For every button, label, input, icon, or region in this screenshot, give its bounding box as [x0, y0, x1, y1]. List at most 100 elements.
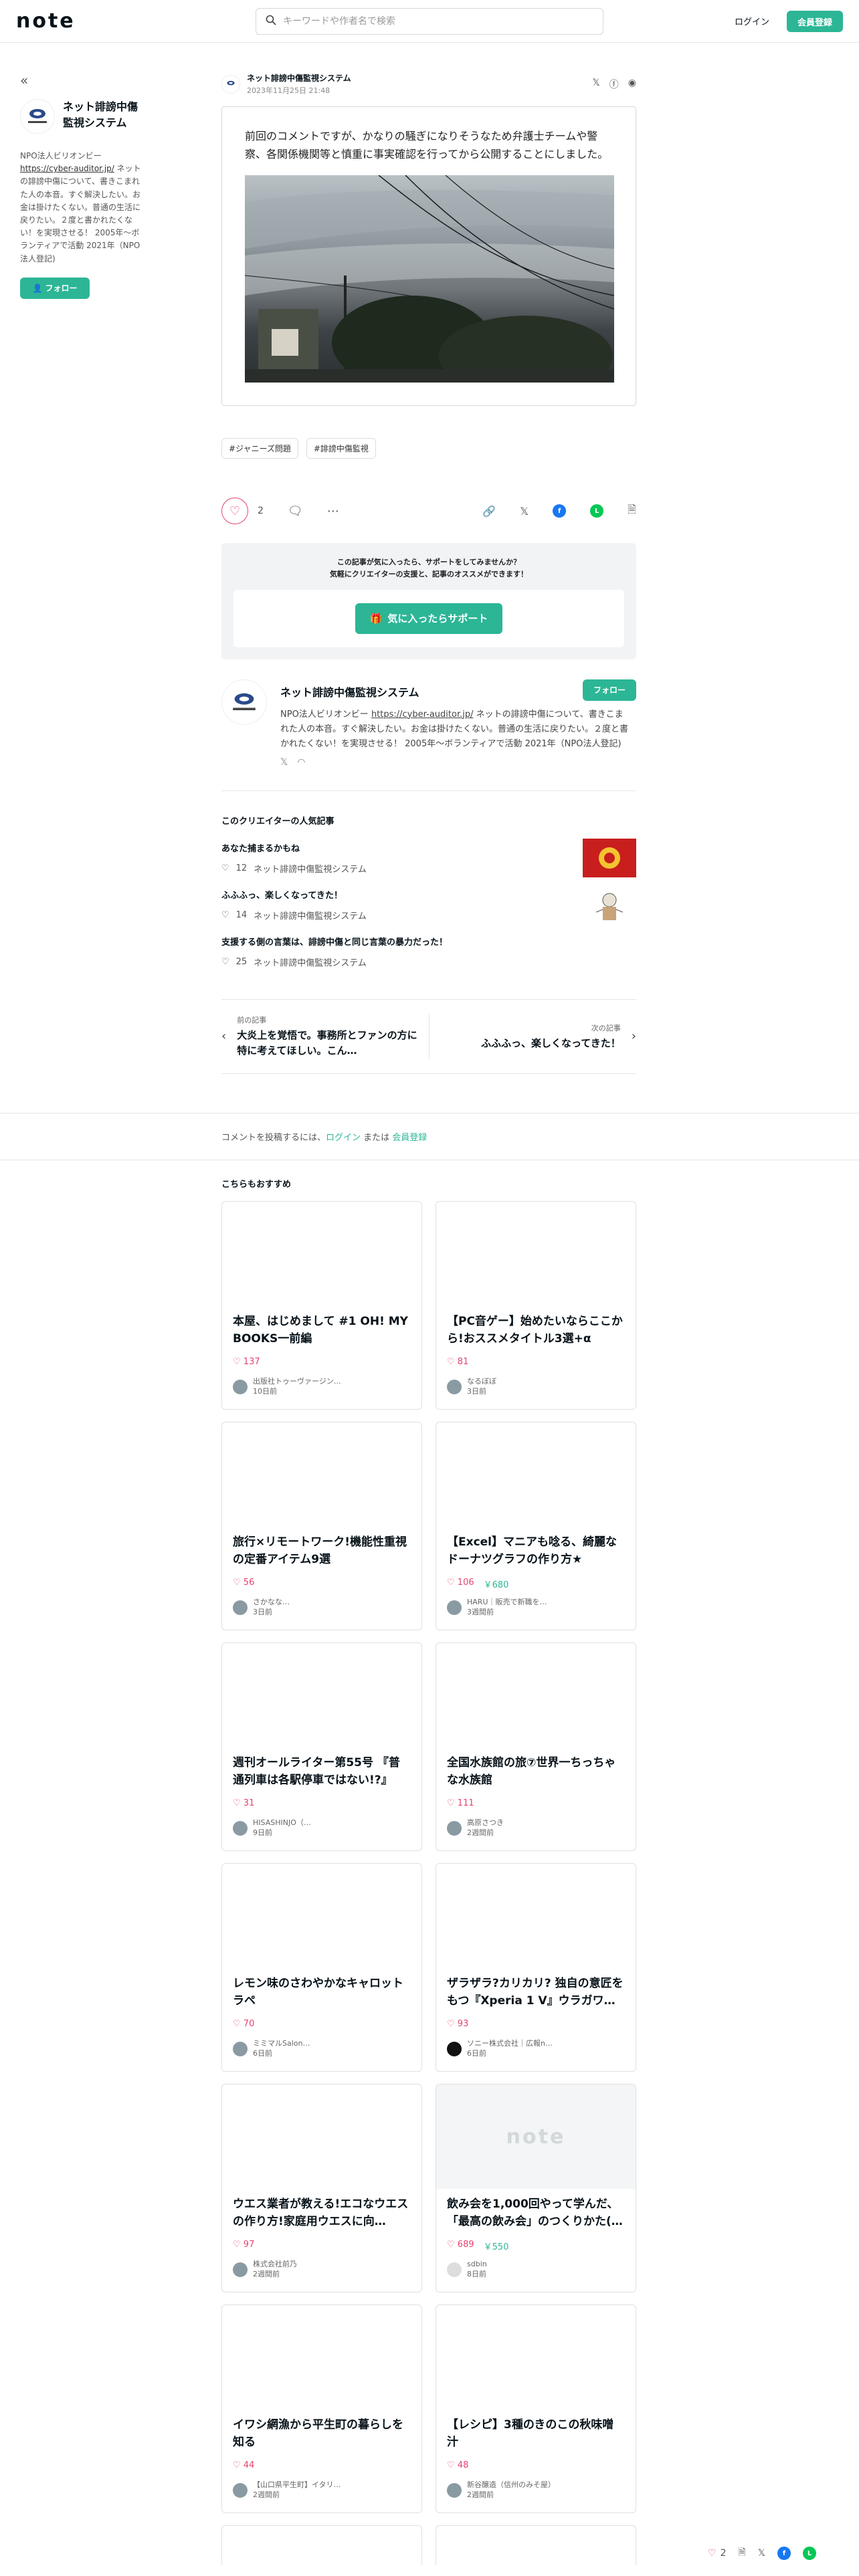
x-icon[interactable]: 𝕏	[758, 2548, 765, 2559]
avatar[interactable]	[221, 74, 240, 94]
next-article-link[interactable]: 次の記事 ふふふっ、楽しくなってきた！ ›	[481, 1023, 636, 1051]
recommend-card[interactable]: レモン味のさわやかなキャロットラペ ♡ 70 ミミマルSalon… 6日前	[221, 1863, 422, 2072]
avatar[interactable]	[233, 1820, 248, 1836]
card-author[interactable]: ミミマルSalon…	[253, 2039, 310, 2049]
popular-item[interactable]: ふふふっ、楽しくなってきた！ ♡ 14 ネット誹謗中傷監視システム	[221, 885, 636, 924]
creator-bio-link[interactable]: https://cyber-auditor.jp/	[371, 710, 474, 720]
recommend-card[interactable]: 【Excel】マニアも唸る、綺麗なドーナツグラフの作り方★ ♡ 106 ￥680 …	[436, 1422, 636, 1630]
magazine-add-icon[interactable]: 🗎	[628, 502, 636, 520]
recommend-card-partial[interactable]	[221, 2525, 422, 2565]
tag-item[interactable]: #誹謗中傷監視	[306, 438, 376, 459]
signup-button[interactable]: 会員登録	[787, 11, 843, 32]
prev-article-link[interactable]: ‹ 前の記事 大炎上を覚悟で。事務所とファンの方に特に考えてほしい。こん…	[221, 1014, 422, 1058]
avatar[interactable]	[233, 2262, 248, 2277]
sidebar-creator-name[interactable]: ネット誹謗中傷監視システム	[63, 99, 147, 131]
avatar[interactable]	[447, 2262, 462, 2277]
card-title[interactable]: 週刊オールライター第55号 『普通列車は各駅停車ではない!?』	[233, 1754, 411, 1790]
card-author[interactable]: 株式会社前乃	[253, 2260, 297, 2270]
recommend-card[interactable]: note 飲み会を1,000回やって学んだ、「最高の飲み会」のつくりかた(… ♡…	[436, 2084, 636, 2292]
rss-icon[interactable]: ◠	[297, 757, 305, 768]
facebook-icon[interactable]: ⓕ	[609, 78, 619, 91]
popular-item-title[interactable]: 支援する側の言葉は、誹謗中傷と同じ言葉の暴力だった！	[221, 935, 636, 948]
magazine-add-icon[interactable]: 🗎	[738, 2545, 745, 2561]
card-title[interactable]: 飲み会を1,000回やって学んだ、「最高の飲み会」のつくりかた(…	[447, 2195, 625, 2231]
card-title[interactable]: ウエス業者が教える!エコなウエスの作り方!家庭用ウエスに向…	[233, 2195, 411, 2231]
recommend-card[interactable]: ウエス業者が教える!エコなウエスの作り方!家庭用ウエスに向… ♡ 97 株式会社…	[221, 2084, 422, 2292]
comment-login-link[interactable]: ログイン	[326, 1133, 361, 1143]
recommend-card[interactable]: 【レシピ】3種のきのこの秋味噌汁 ♡ 48 新谷醸造（信州のみそ屋） 2週間前	[436, 2304, 636, 2513]
x-icon[interactable]: 𝕏	[593, 78, 600, 91]
avatar[interactable]	[447, 1379, 462, 1394]
login-link[interactable]: ログイン	[735, 15, 769, 27]
like-button[interactable]: ♡	[221, 498, 248, 525]
popular-item-thumbnail[interactable]	[583, 885, 636, 924]
heart-icon[interactable]: ♡	[708, 2548, 717, 2559]
embed-author[interactable]: ネット誹謗中傷監視システム	[247, 72, 351, 84]
recommend-card[interactable]: 旅行×リモートワーク!機能性重視の定番アイテム9選 ♡ 56 さかなな… 3日前	[221, 1422, 422, 1630]
tag-item[interactable]: #ジャニーズ問題	[221, 438, 298, 459]
search-box[interactable]	[256, 8, 603, 35]
avatar[interactable]	[447, 1600, 462, 1615]
support-button[interactable]: 🎁 気に入ったらサポート	[355, 603, 502, 634]
next-title[interactable]: ふふふっ、楽しくなってきた！	[481, 1036, 621, 1051]
card-title[interactable]: イワシ網漁から平生町の暮らしを知る	[233, 2416, 411, 2452]
recommend-card[interactable]: 週刊オールライター第55号 『普通列車は各駅停車ではない!?』 ♡ 31 HIS…	[221, 1642, 422, 1851]
line-icon[interactable]: L	[803, 2547, 817, 2560]
creator-name[interactable]: ネット誹謗中傷監視システム	[280, 683, 628, 700]
card-title[interactable]: レモン味のさわやかなキャロットラペ	[233, 1975, 411, 2010]
avatar[interactable]	[233, 2482, 248, 2498]
double-chevron-left-icon[interactable]: «	[20, 72, 147, 88]
recommend-card-partial[interactable]	[436, 2525, 636, 2565]
recommend-card[interactable]: 【PC音ゲー】始めたいならここから!おススメタイトル3選+α ♡ 81 なるぼぼ…	[436, 1201, 636, 1410]
avatar[interactable]	[221, 679, 267, 725]
card-title[interactable]: 【レシピ】3種のきのこの秋味噌汁	[447, 2416, 625, 2452]
card-author[interactable]: 【山口県平生町】イタリ…	[253, 2480, 341, 2490]
popular-item-title[interactable]: あなた捕まるかもね	[221, 841, 636, 854]
card-author[interactable]: 新谷醸造（信州のみそ屋）	[467, 2480, 555, 2490]
link-icon[interactable]: 🔗	[482, 505, 496, 518]
popular-item-title[interactable]: ふふふっ、楽しくなってきた！	[221, 888, 636, 901]
card-title[interactable]: 【PC音ゲー】始めたいならここから!おススメタイトル3選+α	[447, 1313, 625, 1348]
facebook-icon[interactable]: f	[777, 2547, 791, 2560]
card-author[interactable]: ソニー株式会社｜広報n…	[467, 2039, 553, 2049]
card-author[interactable]: 出版社トゥーヴァージン…	[253, 1377, 341, 1387]
x-icon[interactable]: 𝕏	[280, 757, 288, 768]
comment-icon[interactable]: 🗨	[288, 504, 303, 518]
avatar[interactable]	[233, 2041, 248, 2056]
line-icon[interactable]: L	[590, 504, 604, 518]
card-title[interactable]: 全国水族館の旅⑦世界一ちっちゃな水族館	[447, 1754, 625, 1790]
prev-title[interactable]: 大炎上を覚悟で。事務所とファンの方に特に考えてほしい。こん…	[237, 1028, 422, 1058]
card-author[interactable]: HARU｜販売で新職を…	[467, 1598, 547, 1608]
avatar[interactable]	[447, 2482, 462, 2498]
sidebar-follow-button[interactable]: 👤 フォロー	[20, 277, 90, 299]
avatar[interactable]	[20, 99, 55, 134]
sidebar-bio-link[interactable]: https://cyber-auditor.jp/	[20, 164, 114, 173]
more-icon[interactable]: ⋯	[327, 504, 339, 518]
card-title[interactable]: 【Excel】マニアも唸る、綺麗なドーナツグラフの作り方★	[447, 1533, 625, 1569]
avatar[interactable]	[233, 1379, 248, 1394]
card-author[interactable]: 高原さつき	[467, 1818, 504, 1828]
creator-follow-button[interactable]: フォロー	[583, 679, 636, 701]
line-icon[interactable]: ◉	[628, 78, 636, 91]
popular-item[interactable]: あなた捕まるかもね ♡ 12 ネット誹謗中傷監視システム	[221, 838, 636, 877]
card-title[interactable]: 本屋、はじめまして #1 OH! MY BOOKS一前編	[233, 1313, 411, 1348]
card-author[interactable]: HISASHINJO（…	[253, 1818, 311, 1828]
search-input[interactable]	[283, 16, 577, 27]
avatar[interactable]	[447, 1820, 462, 1836]
avatar[interactable]	[447, 2041, 462, 2056]
comment-signup-link[interactable]: 会員登録	[392, 1133, 427, 1143]
popular-item[interactable]: 支援する側の言葉は、誹謗中傷と同じ言葉の暴力だった！ ♡ 25 ネット誹謗中傷監視シ…	[221, 935, 636, 968]
recommend-card[interactable]: ザラザラ?カリカリ? 独自の意匠をもつ『Xperia 1 V』ウラガワ… ♡ 9…	[436, 1863, 636, 2072]
recommend-card[interactable]: 全国水族館の旅⑦世界一ちっちゃな水族館 ♡ 111 高原さつき 2週間前	[436, 1642, 636, 1851]
card-author[interactable]: sdbin	[467, 2260, 487, 2270]
card-author[interactable]: さかなな…	[253, 1598, 290, 1608]
recommend-card[interactable]: イワシ網漁から平生町の暮らしを知る ♡ 44 【山口県平生町】イタリ… 2週間前	[221, 2304, 422, 2513]
card-author[interactable]: なるぼぼ	[467, 1377, 496, 1387]
note-logo[interactable]: note	[16, 9, 76, 33]
x-icon[interactable]: 𝕏	[520, 505, 529, 518]
avatar[interactable]	[233, 1600, 248, 1615]
popular-item-thumbnail[interactable]	[583, 838, 636, 877]
card-title[interactable]: ザラザラ?カリカリ? 独自の意匠をもつ『Xperia 1 V』ウラガワ…	[447, 1975, 625, 2010]
embedded-post-card[interactable]: 前回のコメントですが、かなりの騒ぎになりそうなため弁護士チームや警察、各関係機関…	[221, 106, 636, 407]
card-title[interactable]: 旅行×リモートワーク!機能性重視の定番アイテム9選	[233, 1533, 411, 1569]
